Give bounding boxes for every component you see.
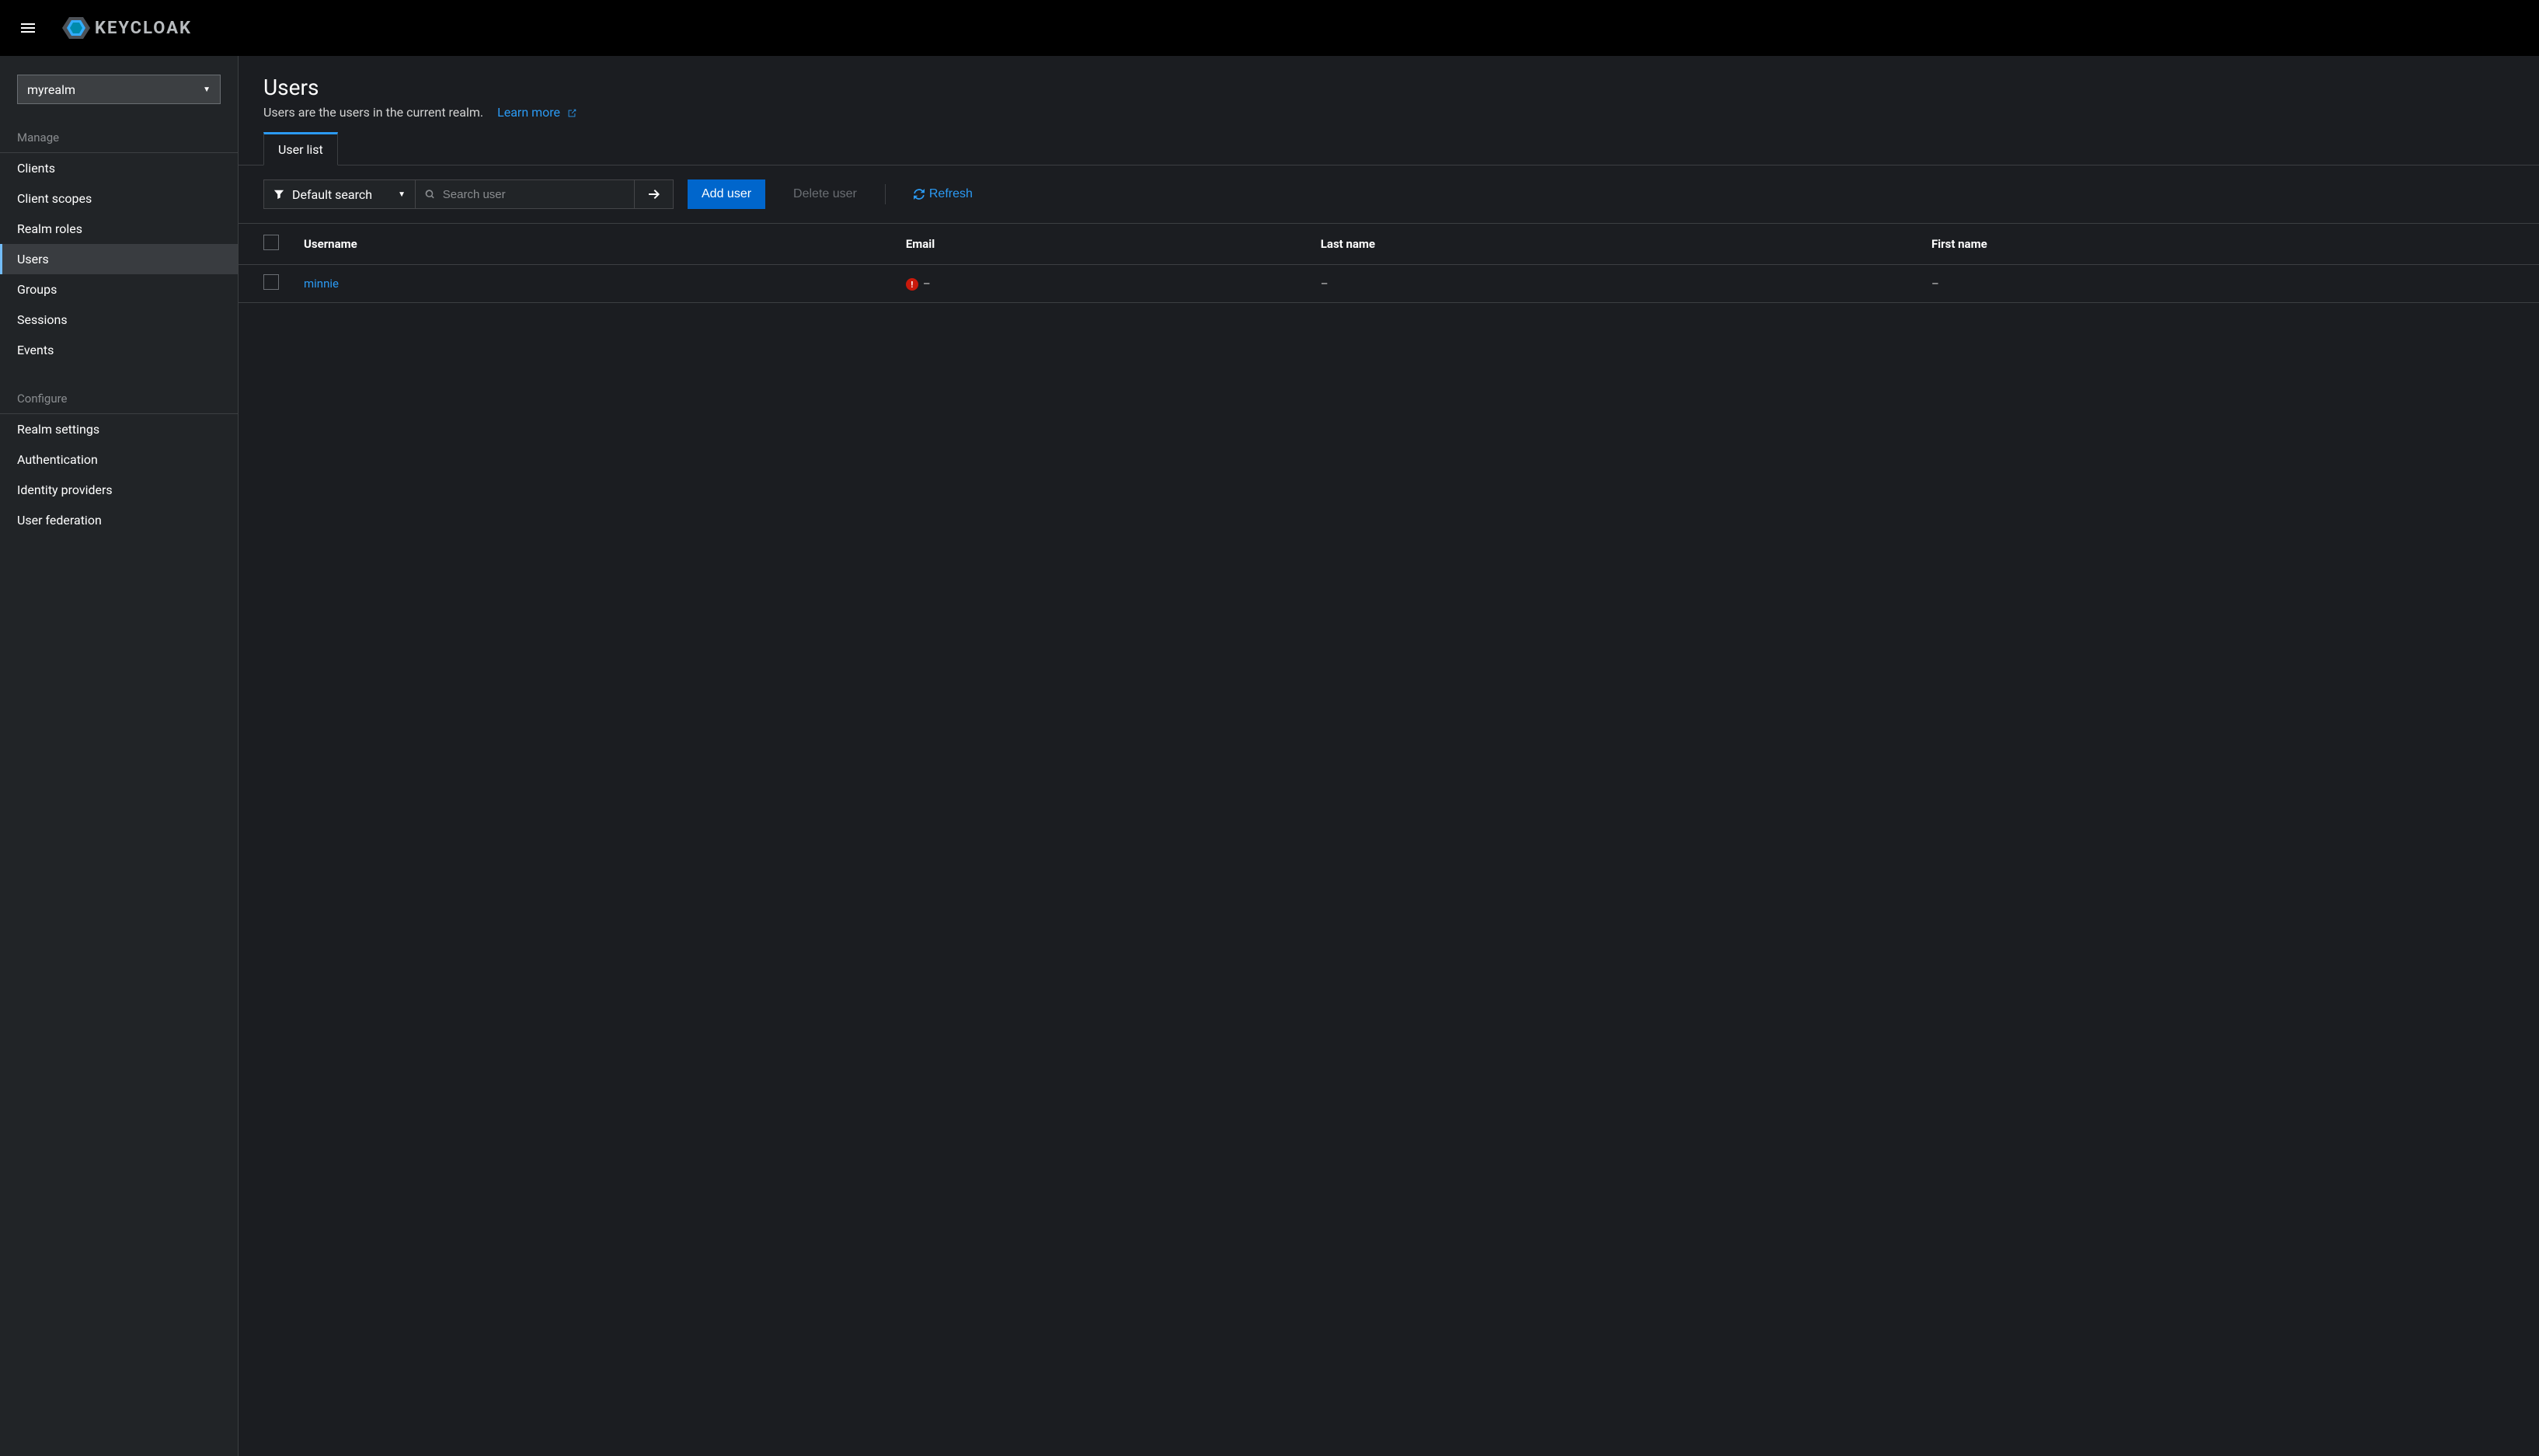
brand-logo: KEYCLOAK [62, 14, 192, 42]
caret-down-icon: ▼ [203, 85, 211, 94]
caret-down-icon: ▼ [398, 190, 406, 199]
nav-section-title: Configure [0, 365, 238, 414]
app-header: KEYCLOAK [0, 0, 2539, 56]
firstname-cell: – [1919, 265, 2539, 303]
sidebar-item-sessions[interactable]: Sessions [0, 305, 238, 335]
sidebar-item-events[interactable]: Events [0, 335, 238, 365]
search-icon [425, 189, 435, 200]
menu-toggle-button[interactable] [12, 12, 44, 44]
filter-icon [273, 189, 284, 200]
column-lastname: Last name [1308, 224, 1919, 265]
column-email: Email [893, 224, 1308, 265]
refresh-button[interactable]: Refresh [900, 179, 987, 209]
username-link[interactable]: minnie [304, 277, 339, 291]
select-all-checkbox[interactable] [263, 235, 279, 250]
realm-selector[interactable]: myrealm ▼ [17, 75, 221, 104]
realm-selector-value: myrealm [27, 82, 75, 97]
sidebar-item-client-scopes[interactable]: Client scopes [0, 183, 238, 214]
sidebar-item-clients[interactable]: Clients [0, 153, 238, 183]
sidebar-item-user-federation[interactable]: User federation [0, 505, 238, 535]
main-content: Users Users are the users in the current… [239, 56, 2539, 1456]
keycloak-logo-icon [62, 14, 90, 42]
email-cell: !– [893, 265, 1308, 303]
search-input-wrap [416, 179, 635, 209]
nav-section-title: Manage [0, 104, 238, 153]
toolbar: Default search ▼ Add user Delete user Re… [239, 165, 2539, 223]
lastname-cell: – [1308, 265, 1919, 303]
toolbar-divider [885, 184, 886, 204]
search-type-value: Default search [292, 187, 372, 202]
tabs: User list [239, 120, 2539, 165]
column-username: Username [291, 224, 893, 265]
hamburger-icon [19, 19, 37, 37]
table-header-row: Username Email Last name First name [239, 224, 2539, 265]
add-user-button[interactable]: Add user [688, 179, 765, 209]
row-checkbox[interactable] [263, 274, 279, 290]
sidebar-item-realm-settings[interactable]: Realm settings [0, 414, 238, 444]
search-submit-button[interactable] [635, 179, 674, 209]
search-type-dropdown[interactable]: Default search ▼ [263, 179, 416, 209]
learn-more-link[interactable]: Learn more [497, 105, 577, 120]
warning-icon: ! [906, 278, 918, 291]
sidebar-item-realm-roles[interactable]: Realm roles [0, 214, 238, 244]
sidebar-item-identity-providers[interactable]: Identity providers [0, 475, 238, 505]
sidebar: myrealm ▼ ManageClientsClient scopesReal… [0, 56, 239, 1456]
delete-user-button[interactable]: Delete user [779, 179, 871, 209]
page-description: Users are the users in the current realm… [263, 105, 483, 120]
table-row: minnie!––– [239, 265, 2539, 303]
search-input[interactable] [443, 188, 625, 201]
external-link-icon [566, 108, 577, 119]
sidebar-item-groups[interactable]: Groups [0, 274, 238, 305]
column-firstname: First name [1919, 224, 2539, 265]
users-table: Username Email Last name First name minn… [239, 223, 2539, 303]
tab-user-list[interactable]: User list [263, 132, 338, 165]
arrow-right-icon [648, 188, 660, 200]
page-title: Users [263, 75, 2514, 100]
refresh-icon [914, 189, 925, 200]
brand-name: KEYCLOAK [95, 19, 192, 38]
sidebar-item-users[interactable]: Users [0, 244, 238, 274]
sidebar-item-authentication[interactable]: Authentication [0, 444, 238, 475]
